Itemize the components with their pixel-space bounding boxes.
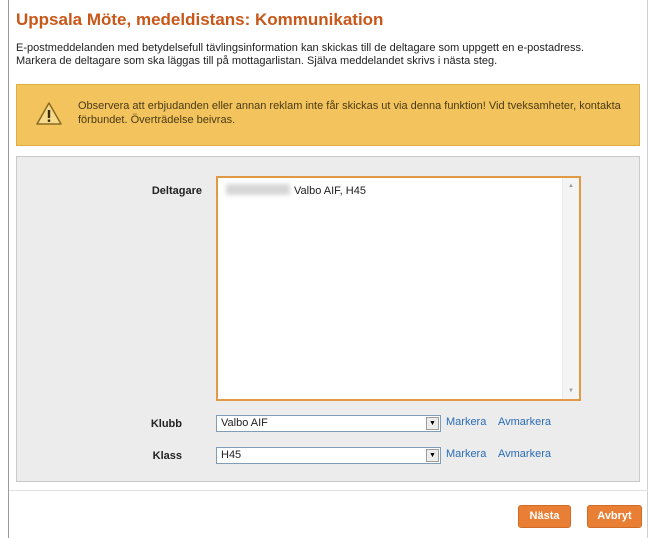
club-deselect-all-link[interactable]: Avmarkera <box>498 416 551 428</box>
intro-line-1: E-postmeddelanden med betydelsefull tävl… <box>16 42 585 54</box>
class-select-value: H45 <box>221 449 242 461</box>
list-item[interactable]: Valbo AIF, H45 <box>226 184 366 197</box>
warning-icon <box>36 102 62 125</box>
club-label: Klubb <box>150 418 182 430</box>
chevron-down-icon[interactable]: ▼ <box>426 449 439 462</box>
redacted-name <box>226 184 290 195</box>
intro-line-2: Markera de deltagare som ska läggas till… <box>16 55 498 67</box>
next-button[interactable]: Nästa <box>518 505 571 528</box>
listbox-scrollbar[interactable]: ▲ ▼ <box>562 178 579 399</box>
footer-divider <box>9 490 648 491</box>
class-label: Klass <box>152 450 182 462</box>
class-select[interactable]: H45 ▼ <box>216 447 441 464</box>
page-title: Uppsala Möte, medeldistans: Kommunikatio… <box>16 10 384 29</box>
scroll-down-arrow-icon[interactable]: ▼ <box>563 383 579 399</box>
participants-label: Deltagare <box>151 185 202 197</box>
club-select[interactable]: Valbo AIF ▼ <box>216 415 441 432</box>
chevron-down-icon[interactable]: ▼ <box>426 417 439 430</box>
recipient-panel: Deltagare Valbo AIF, H45 ▲ ▼ Klubb Valbo… <box>16 156 640 482</box>
intro-text: E-postmeddelanden med betydelsefull tävl… <box>16 42 636 68</box>
participants-listbox[interactable]: Valbo AIF, H45 ▲ ▼ <box>216 176 581 401</box>
club-select-all-link[interactable]: Markera <box>446 416 486 428</box>
cancel-button[interactable]: Avbryt <box>587 505 642 528</box>
class-select-all-link[interactable]: Markera <box>446 448 486 460</box>
scroll-up-arrow-icon[interactable]: ▲ <box>563 178 579 194</box>
club-select-value: Valbo AIF <box>221 417 268 429</box>
class-deselect-all-link[interactable]: Avmarkera <box>498 448 551 460</box>
warning-box: Observera att erbjudanden eller annan re… <box>16 84 640 146</box>
participant-detail: Valbo AIF, H45 <box>294 185 366 197</box>
warning-text: Observera att erbjudanden eller annan re… <box>78 100 621 126</box>
